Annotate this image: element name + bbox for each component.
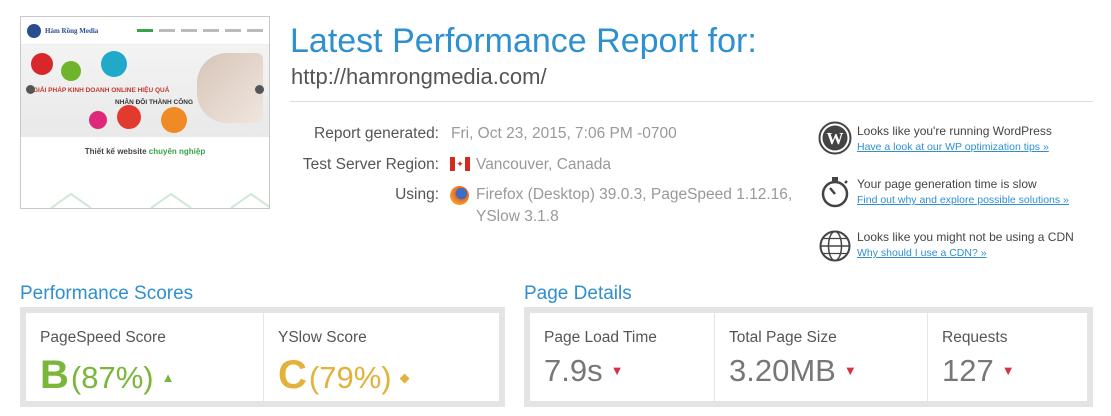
requests-cell[interactable]: Requests 127 ▼ bbox=[928, 313, 1087, 401]
thumbnail-nav bbox=[137, 29, 263, 32]
page-details-title: Page Details bbox=[524, 283, 632, 304]
trend-up-icon: ▲ bbox=[161, 370, 175, 385]
thumbnail-subtitle: Thiết kế website chuyên nghiệp bbox=[21, 137, 269, 156]
requests-value: 127 bbox=[942, 353, 994, 388]
tip-wordpress-link[interactable]: Have a look at our WP optimization tips … bbox=[857, 141, 1049, 153]
page-details-panel: Page Load Time 7.9s ▼ Total Page Size 3.… bbox=[524, 307, 1093, 407]
requests-label: Requests bbox=[942, 329, 1008, 346]
header-divider bbox=[290, 101, 1093, 102]
thumbnail-logo-icon bbox=[27, 23, 41, 38]
trend-down-icon: ▼ bbox=[843, 363, 857, 378]
thumbnail-bubble bbox=[61, 61, 81, 81]
wordpress-icon: W bbox=[818, 121, 852, 155]
pagespeed-score-value: B (87%) ▲ bbox=[40, 355, 263, 395]
thumbnail-bubble bbox=[101, 51, 127, 77]
region-value: Vancouver, Canada bbox=[476, 156, 612, 173]
thumbnail-bubble bbox=[161, 107, 187, 133]
tip-cdn-link[interactable]: Why should I use a CDN? » bbox=[857, 247, 987, 259]
using-value-line2: YSlow 3.1.8 bbox=[476, 208, 559, 225]
trend-neutral-icon: ◆ bbox=[399, 370, 410, 385]
thumbnail-tiny-text bbox=[21, 158, 269, 163]
total-page-size-value-row: 3.20MB ▼ bbox=[729, 355, 927, 386]
thumbnail-bubble bbox=[31, 53, 53, 75]
requests-value-row: 127 ▼ bbox=[942, 355, 1087, 386]
canada-flag-icon: ✦ bbox=[450, 157, 470, 171]
thumbnail-subtitle-highlight: chuyên nghiệp bbox=[148, 147, 206, 156]
total-page-size-label: Total Page Size bbox=[729, 329, 837, 346]
site-thumbnail[interactable]: Hàm Rồng Media GIẢI PHÁP KINH DOANH ONLI… bbox=[20, 16, 270, 209]
page-load-time-value-row: 7.9s ▼ bbox=[544, 355, 714, 386]
thumbnail-brand: Hàm Rồng Media bbox=[45, 26, 99, 35]
firefox-icon bbox=[450, 186, 469, 205]
yslow-percent: (79%) bbox=[308, 360, 392, 395]
report-generated-value: Fri, Oct 23, 2015, 7:06 PM -0700 bbox=[451, 125, 677, 142]
thumbnail-hero: GIẢI PHÁP KINH DOANH ONLINE HIỆU QUẢ NHÂ… bbox=[21, 45, 269, 137]
trend-down-icon: ▼ bbox=[610, 363, 624, 378]
page-title: Latest Performance Report for: bbox=[290, 22, 757, 60]
thumbnail-decor bbox=[50, 192, 269, 208]
thumbnail-next-arrow-icon bbox=[255, 85, 264, 94]
stopwatch-icon bbox=[821, 177, 849, 208]
yslow-score-label: YSlow Score bbox=[278, 329, 367, 346]
page-load-time-label: Page Load Time bbox=[544, 329, 657, 346]
thumbnail-prev-arrow-icon bbox=[26, 85, 35, 94]
thumbnail-hero-line1: GIẢI PHÁP KINH DOANH ONLINE HIỆU QUẢ bbox=[33, 87, 170, 94]
report-generated-label: Report generated: bbox=[314, 125, 439, 142]
thumbnail-bubble bbox=[89, 111, 107, 129]
svg-text:W: W bbox=[827, 129, 844, 148]
performance-scores-panel: PageSpeed Score B (87%) ▲ YSlow Score C … bbox=[20, 307, 505, 407]
pagespeed-score-cell[interactable]: PageSpeed Score B (87%) ▲ bbox=[26, 313, 264, 401]
thumbnail-subtitle-prefix: Thiết kế website bbox=[84, 147, 147, 156]
tip-wordpress-text: Looks like you're running WordPress bbox=[857, 124, 1052, 138]
tip-generation-link[interactable]: Find out why and explore possible soluti… bbox=[857, 194, 1069, 206]
pagespeed-score-label: PageSpeed Score bbox=[40, 329, 166, 346]
pagespeed-grade: B bbox=[40, 353, 69, 397]
using-label: Using: bbox=[395, 186, 439, 203]
page-load-time-value: 7.9s bbox=[544, 353, 603, 388]
page-load-time-cell[interactable]: Page Load Time 7.9s ▼ bbox=[530, 313, 715, 401]
report-url[interactable]: http://hamrongmedia.com/ bbox=[291, 64, 547, 90]
thumbnail-hero-line2: NHÂN ĐÔI THÀNH CÔNG bbox=[115, 99, 193, 106]
thumbnail-hand-image bbox=[197, 53, 263, 123]
performance-scores-title: Performance Scores bbox=[20, 283, 194, 304]
yslow-score-value: C (79%) ◆ bbox=[278, 355, 499, 395]
yslow-grade: C bbox=[278, 353, 307, 397]
using-value-line1: Firefox (Desktop) 39.0.3, PageSpeed 1.12… bbox=[476, 186, 793, 203]
total-page-size-value: 3.20MB bbox=[729, 353, 836, 388]
total-page-size-cell[interactable]: Total Page Size 3.20MB ▼ bbox=[715, 313, 928, 401]
trend-down-icon: ▼ bbox=[1001, 363, 1015, 378]
tip-cdn-text: Looks like you might not be using a CDN bbox=[857, 230, 1074, 244]
tip-generation-text: Your page generation time is slow bbox=[857, 177, 1037, 191]
thumbnail-bubble bbox=[117, 105, 141, 129]
pagespeed-percent: (87%) bbox=[70, 360, 154, 395]
region-label: Test Server Region: bbox=[302, 156, 439, 173]
yslow-score-cell[interactable]: YSlow Score C (79%) ◆ bbox=[264, 313, 499, 401]
globe-icon bbox=[819, 230, 851, 262]
thumbnail-header: Hàm Rồng Media bbox=[21, 17, 269, 45]
